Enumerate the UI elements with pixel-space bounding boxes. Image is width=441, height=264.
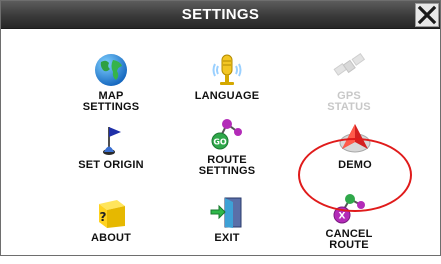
exit-door-icon [210,197,242,228]
exit-button[interactable]: EXIT [162,194,292,264]
route-nodes-icon: GO [211,119,242,150]
map-settings-button[interactable]: MAP SETTINGS [46,52,176,122]
settings-window: SETTINGS MAP SETTINGS LANGUAGE GPS STATU… [0,0,441,256]
svg-text:GO: GO [213,138,227,147]
language-button[interactable]: LANGUAGE [162,52,292,122]
demo-button[interactable]: DEMO [290,121,420,191]
settings-grid: MAP SETTINGS LANGUAGE GPS STATUS SET ORI… [1,30,440,256]
question-block-icon: ? [99,200,125,228]
tile-label: SET ORIGIN [78,159,144,171]
close-icon [417,5,437,25]
tile-label: EXIT [214,232,240,244]
tile-label: LANGUAGE [194,90,260,102]
svg-text:?: ? [100,210,107,224]
about-button[interactable]: ? ABOUT [46,194,176,264]
tile-label: DEMO [338,159,372,171]
route-settings-button[interactable]: GO ROUTE SETTINGS [162,116,292,186]
tile-label: CANCEL ROUTE [325,228,373,251]
cancel-route-icon: X [333,194,365,224]
set-origin-button[interactable]: SET ORIGIN [46,121,176,191]
flag-icon [103,127,121,155]
gps-status-button[interactable]: GPS STATUS [284,52,414,122]
title-bar: SETTINGS [1,1,440,29]
microphone-icon [212,54,242,85]
tile-label: ABOUT [90,232,132,244]
window-title: SETTINGS [181,6,260,23]
tile-label: GPS STATUS [327,90,371,113]
tile-label: ROUTE SETTINGS [198,154,256,177]
close-button[interactable] [415,3,439,27]
satellite-icon [333,52,366,76]
svg-text:X: X [339,212,346,222]
tile-label: MAP SETTINGS [82,90,140,113]
globe-icon [95,54,127,86]
cancel-route-button[interactable]: X CANCEL ROUTE [284,190,414,260]
demo-arrow-icon [339,124,371,153]
